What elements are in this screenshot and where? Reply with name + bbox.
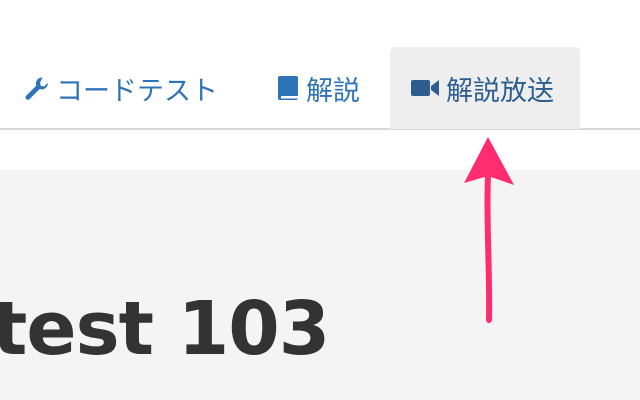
book-icon (276, 74, 300, 102)
tab-editorial-broadcast[interactable]: 解説放送 (390, 47, 580, 129)
tab-editorial-label: 解説 (306, 75, 360, 107)
page-title: test 103 (0, 286, 330, 372)
tab-editorial-broadcast-label: 解説放送 (446, 75, 554, 107)
tab-bar: コードテスト 解説 解説放送 (0, 0, 640, 130)
video-camera-icon (410, 76, 440, 100)
tab-code-test-label: コードテスト (56, 75, 218, 107)
tab-editorial[interactable]: 解説 (276, 47, 360, 129)
wrench-icon (22, 74, 50, 102)
page: コードテスト 解説 解説放送 test 103 (0, 0, 640, 400)
tab-code-test[interactable]: コードテスト (22, 47, 218, 129)
